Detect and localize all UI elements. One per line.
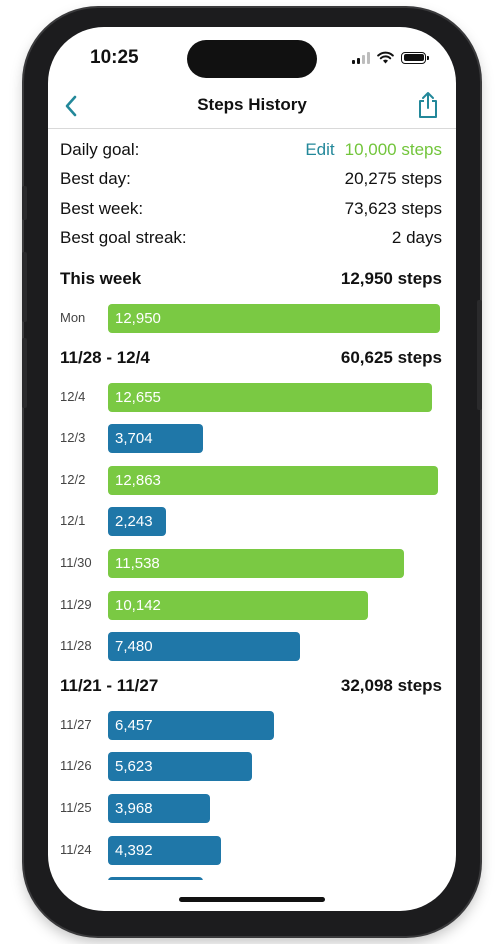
steps-bar[interactable]: 12,655 — [108, 382, 432, 412]
share-icon — [419, 92, 437, 118]
steps-bar-value: 5,623 — [115, 758, 153, 776]
steps-bar-value: 7,480 — [115, 638, 153, 656]
best-streak-label: Best goal streak: — [60, 228, 187, 247]
steps-bar-value: 12,863 — [115, 471, 161, 489]
status-time: 10:25 — [90, 47, 139, 68]
daily-goal-row: Daily goal: Edit 10,000 steps — [60, 138, 442, 162]
day-label: 12/4 — [60, 388, 86, 404]
best-week-value: 73,623 steps — [344, 199, 442, 218]
dynamic-island — [187, 40, 317, 78]
day-label: 11/24 — [60, 841, 92, 857]
week-section-header: This week 12,950 steps — [60, 267, 442, 291]
volume-down-button — [22, 338, 27, 408]
power-button — [477, 300, 482, 410]
best-week-label: Best week: — [60, 199, 144, 218]
steps-bar[interactable]: 4,392 — [108, 835, 221, 865]
steps-bar-value: 10,142 — [115, 596, 161, 614]
steps-bar-value: 11,538 — [115, 555, 160, 572]
steps-bar[interactable]: 12,863 — [108, 465, 438, 495]
day-label: 11/27 — [60, 716, 92, 732]
steps-bar[interactable]: 3,720 — [108, 877, 203, 880]
week-section-header: 11/21 - 11/27 32,098 steps — [60, 674, 442, 698]
action-button — [22, 186, 27, 220]
phone-screen: 10:25 Steps History Daily goal: Edit 10,… — [48, 27, 456, 911]
week-total: 32,098 steps — [340, 675, 442, 695]
day-label: Mon — [60, 310, 86, 325]
volume-up-button — [22, 252, 27, 322]
day-label: 11/26 — [60, 758, 92, 774]
steps-bar[interactable]: 10,142 — [108, 590, 368, 620]
day-label: 11/25 — [60, 800, 92, 815]
day-label: 11/30 — [60, 555, 92, 570]
steps-bar[interactable]: 3,704 — [108, 424, 203, 454]
best-day-value: 20,275 steps — [344, 169, 442, 188]
daily-goal-value: 10,000 steps — [344, 140, 442, 159]
day-label: 12/1 — [60, 513, 86, 529]
navigation-bar: Steps History — [48, 85, 456, 129]
steps-bar-value: 12,950 — [115, 310, 161, 327]
week-title: 11/28 - 12/4 — [60, 347, 150, 367]
best-week-row: Best week: 73,623 steps — [60, 197, 442, 221]
steps-bar[interactable]: 12,950 — [108, 304, 440, 333]
day-label: 12/2 — [60, 471, 86, 487]
page-title: Steps History — [197, 95, 307, 114]
steps-bar-value: 12,655 — [115, 388, 161, 406]
steps-bar[interactable]: 5,623 — [108, 752, 252, 782]
best-streak-value: 2 days — [391, 228, 442, 247]
steps-bar[interactable]: 3,968 — [108, 794, 210, 823]
week-title: 11/21 - 11/27 — [60, 675, 159, 695]
steps-bar[interactable]: 11,538 — [108, 549, 404, 578]
steps-bar-value: 3,968 — [115, 800, 153, 817]
week-total: 12,950 steps — [340, 269, 442, 288]
best-day-label: Best day: — [60, 169, 131, 188]
day-label: 11/28 — [60, 638, 92, 654]
steps-bar[interactable]: 7,480 — [108, 632, 300, 662]
steps-bar[interactable]: 2,243 — [108, 507, 166, 537]
best-day-row: Best day: 20,275 steps — [60, 167, 442, 191]
edit-goal-button[interactable]: Edit — [305, 140, 334, 160]
home-indicator[interactable] — [179, 897, 325, 902]
cellular-signal-icon — [352, 51, 370, 64]
steps-bar-value: 4,392 — [115, 841, 153, 859]
status-icons — [352, 51, 429, 64]
week-section-header: 11/28 - 12/4 60,625 steps — [60, 346, 442, 370]
steps-bar-value: 6,457 — [115, 716, 153, 734]
day-label: 11/29 — [60, 596, 92, 612]
day-label: 12/3 — [60, 430, 86, 446]
week-total: 60,625 steps — [340, 347, 442, 367]
daily-goal-label: Daily goal: — [60, 140, 140, 159]
week-title: This week — [60, 269, 142, 288]
best-streak-row: Best goal streak: 2 days — [60, 226, 442, 250]
history-content[interactable]: Daily goal: Edit 10,000 steps Best day: … — [48, 130, 456, 880]
battery-icon — [401, 51, 429, 64]
steps-bar[interactable]: 6,457 — [108, 710, 274, 740]
wifi-icon — [377, 51, 394, 64]
share-button[interactable] — [414, 89, 442, 121]
steps-bar-value: 3,704 — [115, 430, 153, 448]
steps-bar-value: 2,243 — [115, 513, 153, 531]
